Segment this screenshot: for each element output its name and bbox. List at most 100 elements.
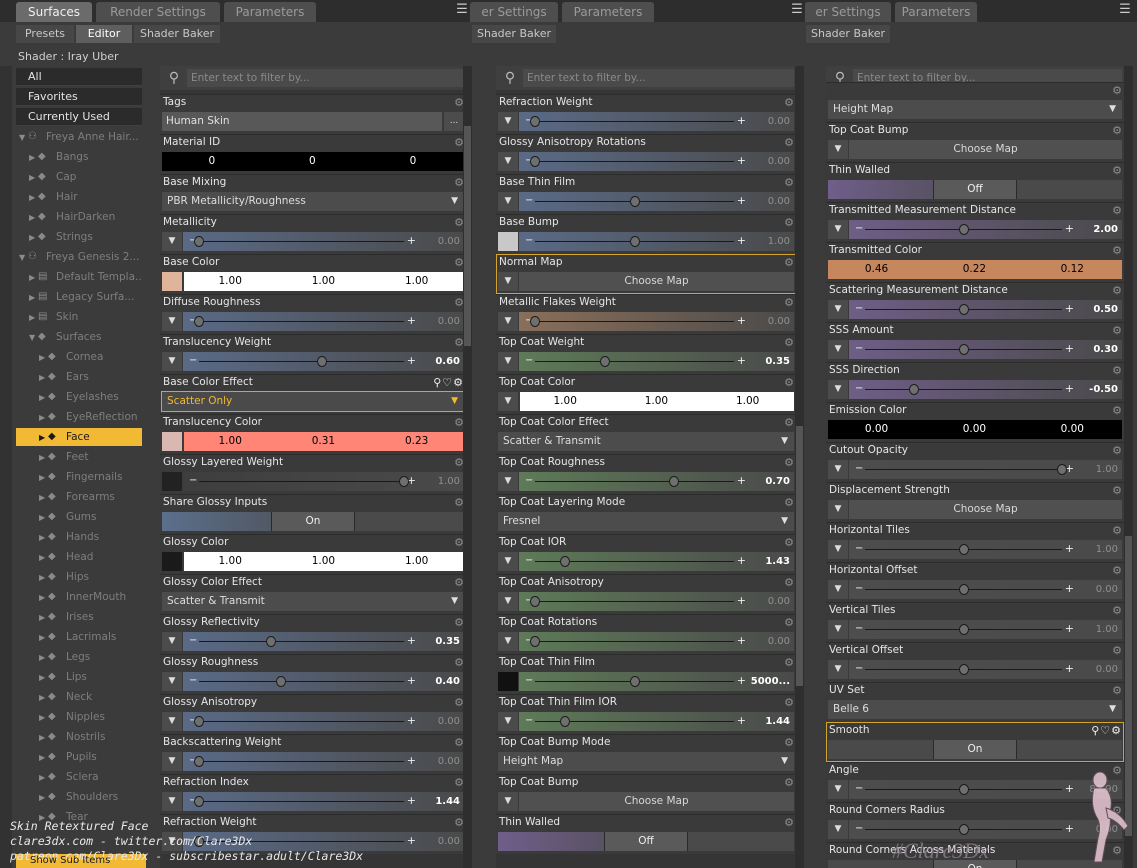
scrollbar-thumb-2[interactable] <box>796 426 803 686</box>
tree-item-eyereflection[interactable]: ▶ ◆ EyeReflection <box>16 408 142 426</box>
tree-item-hairdarken[interactable]: ▶ ◆ HairDarken <box>16 208 142 226</box>
pane-menu-icon-2[interactable]: ☰ <box>790 3 804 17</box>
slider-menu-button[interactable]: ▼ <box>162 712 182 731</box>
expand-right-icon[interactable]: ▶ <box>29 209 38 226</box>
rgb-channel-value[interactable]: 0.00 <box>1024 420 1121 439</box>
slider-value[interactable]: 1.00 <box>1096 540 1118 559</box>
tree-item-irises[interactable]: ▶ ◆ Irises <box>16 608 142 626</box>
dropdown-select[interactable]: Belle 6 ▼ <box>828 700 1122 719</box>
slider-value[interactable]: 5000... <box>751 672 790 691</box>
tree-item-pupils[interactable]: ▶ ◆ Pupils <box>16 748 142 766</box>
tree-item-legacy-surfa[interactable]: ▶ ▤ Legacy Surfa... <box>16 288 142 306</box>
property-option-icons[interactable]: ⚲♡⚙ <box>433 376 464 389</box>
gear-icon[interactable]: ⚙ <box>1112 164 1122 177</box>
toggle-value[interactable]: On <box>933 740 1017 759</box>
expand-right-icon[interactable]: ▶ <box>29 269 38 286</box>
gear-icon[interactable]: ⚙ <box>1112 84 1122 97</box>
slider-knob[interactable] <box>276 676 286 687</box>
subtab-shader-baker-3[interactable]: Shader Baker <box>806 25 890 43</box>
tree-item-nipples[interactable]: ▶ ◆ Nipples <box>16 708 142 726</box>
rgb-channel-value[interactable]: 0.00 <box>828 420 925 439</box>
decrement-icon[interactable]: − <box>525 552 533 570</box>
slider-value[interactable]: 0.00 <box>1096 660 1118 679</box>
slider-value[interactable]: 1.00 <box>438 472 460 491</box>
slider-value[interactable]: -0.50 <box>1089 380 1118 399</box>
slider-knob[interactable] <box>530 316 540 327</box>
slider-value[interactable]: 0.00 <box>768 152 790 171</box>
slider-menu-button[interactable]: ▼ <box>162 232 182 251</box>
decrement-icon[interactable]: − <box>855 300 863 318</box>
value-slider[interactable]: − +1.00 <box>183 472 464 491</box>
gear-icon[interactable]: ⚙ <box>784 296 794 309</box>
slider-knob[interactable] <box>958 664 969 675</box>
expand-right-icon[interactable]: ▶ <box>39 429 48 446</box>
scrollbar-1[interactable] <box>463 66 472 868</box>
slider-menu-button[interactable]: ▼ <box>498 352 518 371</box>
toggle-value[interactable]: Off <box>933 180 1017 199</box>
increment-icon[interactable]: + <box>407 312 416 330</box>
value-slider[interactable]: −+0.00 <box>849 580 1122 599</box>
scrollbar-thumb-1[interactable] <box>464 126 471 346</box>
slider-knob[interactable] <box>530 156 540 167</box>
value-slider[interactable]: − +1.00 <box>849 460 1122 479</box>
rgb-value-field[interactable]: 1.00 1.00 1.00 <box>184 552 464 571</box>
slider-value[interactable]: 0.00 <box>768 112 790 131</box>
slider-value[interactable]: 1.44 <box>765 712 790 731</box>
filter-favorites[interactable]: Favorites <box>16 88 142 106</box>
tree-item-cornea[interactable]: ▶ ◆ Cornea <box>16 348 142 366</box>
slider-value[interactable]: 0.50 <box>1093 300 1118 319</box>
subtab-shader-baker-2[interactable]: Shader Baker <box>472 25 556 43</box>
value-slider[interactable]: −+0.00 <box>519 192 794 211</box>
value-slider[interactable]: − + -0.50 <box>849 380 1122 399</box>
rgb-channel-value[interactable]: 1.00 <box>611 392 701 411</box>
slider-menu-button[interactable]: ▼ <box>828 780 848 799</box>
gear-icon[interactable]: ⚙ <box>1112 604 1122 617</box>
increment-icon[interactable]: + <box>407 352 416 370</box>
gear-icon[interactable]: ⚙ <box>1112 244 1122 257</box>
increment-icon[interactable]: + <box>1065 220 1074 238</box>
slider-value[interactable]: 1.44 <box>435 792 460 811</box>
toggle-value[interactable]: On <box>271 512 355 531</box>
expand-right-icon[interactable]: ▶ <box>39 369 48 386</box>
value-slider[interactable]: − +1.00 <box>849 620 1122 639</box>
value-slider[interactable]: −+0.00 <box>519 592 794 611</box>
slider-knob[interactable] <box>194 796 204 807</box>
rgb-channel-value[interactable]: 0 <box>363 152 463 171</box>
decrement-icon[interactable]: − <box>525 232 533 250</box>
tree-item-eyelashes[interactable]: ▶ ◆ Eyelashes <box>16 388 142 406</box>
gear-icon[interactable]: ⚙ <box>784 216 794 229</box>
tree-item-ears[interactable]: ▶ ◆ Ears <box>16 368 142 386</box>
color-menu-button[interactable]: ▼ <box>498 392 518 411</box>
value-slider[interactable]: −+0.00 <box>519 112 794 131</box>
rgb-value-field[interactable]: 1.00 0.31 0.23 <box>184 432 464 451</box>
expand-right-icon[interactable]: ▶ <box>39 349 48 366</box>
slider-value[interactable]: 0.00 <box>1096 580 1118 599</box>
tree-item-nostrils[interactable]: ▶ ◆ Nostrils <box>16 728 142 746</box>
color-texture-swatch[interactable] <box>162 432 182 451</box>
value-slider[interactable]: −+0.00 <box>849 660 1122 679</box>
tree-item-freya-genesis-2[interactable]: ▼ ⚇ Freya Genesis 2... <box>16 248 142 266</box>
slider-value[interactable]: 2.00 <box>1093 220 1118 239</box>
slider-knob[interactable] <box>194 236 204 247</box>
filter-currently-used[interactable]: Currently Used <box>16 108 142 126</box>
slider-menu-button[interactable]: ▼ <box>498 152 518 171</box>
slider-menu-button[interactable]: ▼ <box>162 632 182 651</box>
increment-icon[interactable]: + <box>407 832 416 850</box>
rgb-value-field[interactable]: 1.00 1.00 1.00 <box>184 272 464 291</box>
slider-knob[interactable] <box>559 556 570 567</box>
slider-knob[interactable] <box>958 624 969 635</box>
tab-parameters-3[interactable]: Parameters <box>895 2 977 22</box>
slider-menu-button[interactable]: ▼ <box>162 352 182 371</box>
decrement-icon[interactable]: − <box>189 632 197 650</box>
slider-menu-button[interactable]: ▼ <box>162 312 182 331</box>
expand-right-icon[interactable]: ▶ <box>39 449 48 466</box>
map-menu-button[interactable]: ▼ <box>498 792 518 811</box>
slider-knob[interactable] <box>194 316 204 327</box>
tab-parameters-2[interactable]: Parameters <box>562 2 654 22</box>
tree-item-strings[interactable]: ▶ ◆ Strings <box>16 228 142 246</box>
decrement-icon[interactable]: − <box>855 380 863 398</box>
texture-swatch[interactable] <box>498 232 518 251</box>
tree-item-face[interactable]: ▶ ◆ Face <box>16 428 142 446</box>
gear-icon[interactable]: ⚙ <box>1112 324 1122 337</box>
filter-input-1[interactable]: Enter text to filter by... <box>187 69 464 87</box>
